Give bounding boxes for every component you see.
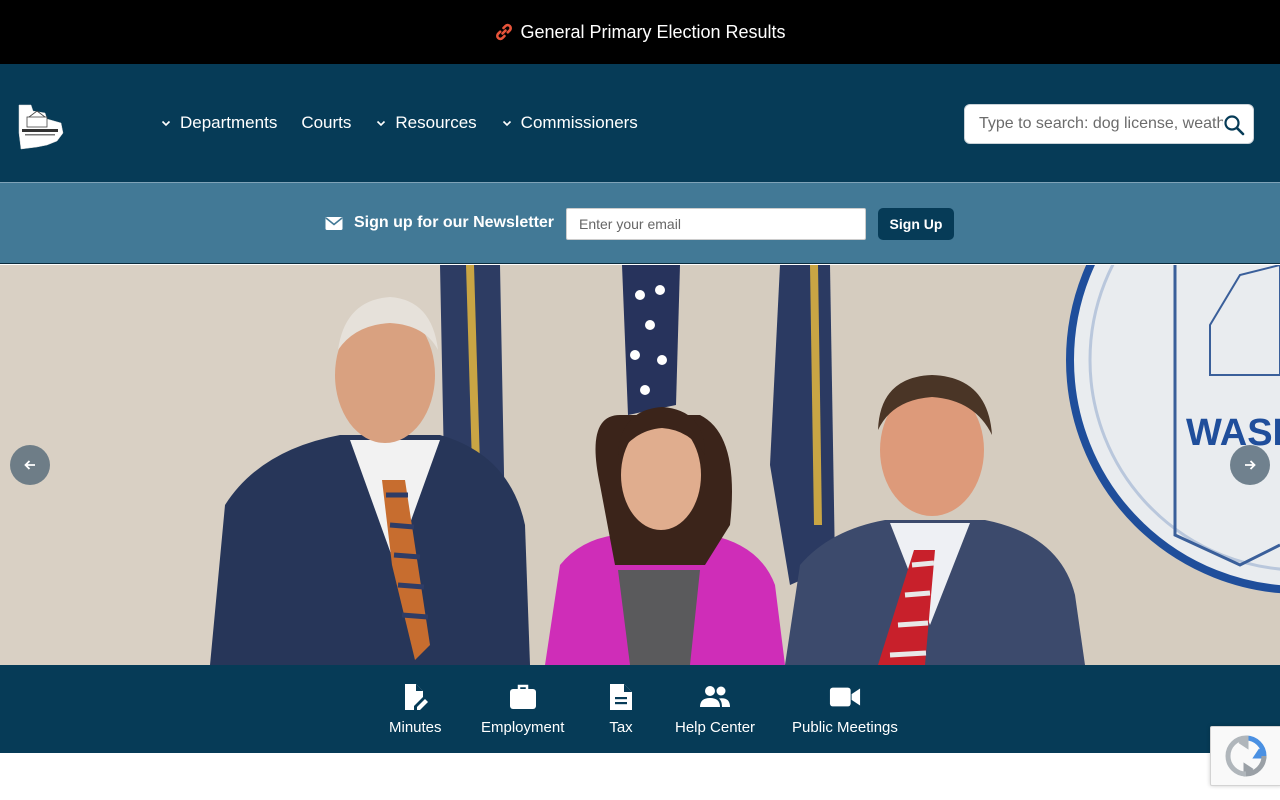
quick-link-employment[interactable]: Employment (481, 683, 564, 736)
quick-link-label: Help Center (675, 719, 756, 736)
quick-link-tax[interactable]: Tax (605, 683, 637, 736)
quick-link-label: Minutes (389, 719, 442, 736)
main-content (0, 753, 1280, 800)
site-header: Departments Courts Resources Commissione… (0, 64, 1280, 183)
hero-carousel: WASHIN (0, 265, 1280, 665)
quick-link-label: Tax (609, 719, 633, 736)
seal-text: WASHIN (1186, 412, 1280, 454)
search-box (964, 104, 1254, 144)
quick-link-label: Public Meetings (792, 719, 898, 736)
nav-resources[interactable]: Resources (375, 113, 477, 133)
nav-commissioners[interactable]: Commissioners (501, 113, 638, 133)
alert-text[interactable]: General Primary Election Results (520, 22, 785, 43)
main-nav: Departments Courts Resources Commissione… (160, 113, 662, 133)
nav-label: Commissioners (520, 113, 638, 132)
nav-label: Resources (395, 113, 477, 132)
quick-link-public-meetings[interactable]: Public Meetings (792, 683, 898, 736)
envelope-icon (325, 216, 343, 231)
briefcase-icon (507, 683, 539, 711)
carousel-prev-button[interactable] (10, 445, 50, 485)
document-icon (605, 683, 637, 711)
carousel-next-button[interactable] (1230, 445, 1270, 485)
quick-link-minutes[interactable]: Minutes (389, 683, 442, 736)
recaptcha-badge[interactable] (1210, 726, 1280, 786)
newsletter-label: Sign up for our Newsletter (354, 214, 555, 231)
arrow-left-icon (24, 460, 35, 470)
nav-label: Departments (180, 113, 278, 132)
alert-banner[interactable]: General Primary Election Results (0, 0, 1280, 64)
video-camera-icon (829, 683, 861, 711)
link-icon (494, 22, 514, 42)
chevron-down-icon (375, 117, 387, 129)
arrow-right-icon (1245, 460, 1256, 470)
nav-courts[interactable]: Courts (301, 113, 351, 133)
nav-label: Courts (301, 113, 352, 132)
quick-links-bar: Minutes Employment Tax Help Center Publi… (0, 665, 1280, 753)
quick-link-help-center[interactable]: Help Center (675, 683, 755, 736)
newsletter-email-wrapper (566, 208, 866, 240)
nav-departments[interactable]: Departments (160, 113, 277, 133)
file-edit-icon (399, 683, 431, 711)
county-logo[interactable] (17, 103, 65, 151)
search-input[interactable] (979, 115, 1223, 133)
hero-photo: WASHIN (0, 265, 1280, 665)
recaptcha-icon (1225, 735, 1267, 777)
sign-up-button[interactable]: Sign Up (878, 208, 954, 240)
newsletter-email-field[interactable] (566, 208, 866, 240)
chevron-down-icon (501, 117, 513, 129)
chevron-down-icon (160, 117, 172, 129)
quick-link-label: Employment (481, 719, 565, 736)
people-icon (699, 683, 731, 711)
search-icon[interactable] (1223, 114, 1245, 136)
